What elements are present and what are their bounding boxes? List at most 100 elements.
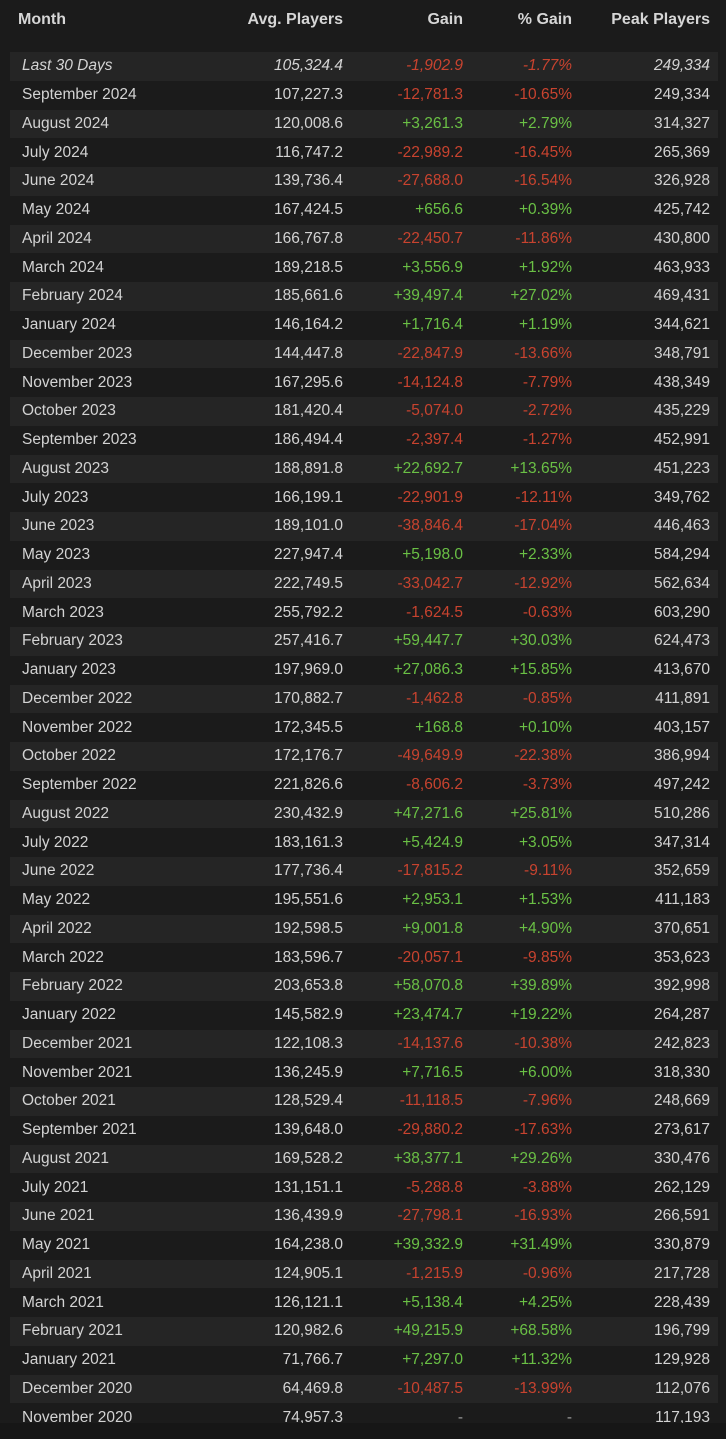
cell-peak-players: 603,290 <box>653 603 710 621</box>
column-header-gain[interactable]: Gain <box>351 0 471 52</box>
cell-pct-gain: +25.81% <box>510 804 572 822</box>
table-header-row: Month Avg. Players Gain % Gain Peak Play… <box>10 0 718 52</box>
cell-gain: +27,086.3 <box>393 661 463 679</box>
cell-peak-players: 228,439 <box>653 1293 710 1311</box>
cell-gain: -10,487.5 <box>397 1379 464 1397</box>
cell-gain: +58,070.8 <box>393 977 463 995</box>
cell-pct-gain: +29.26% <box>510 1149 572 1167</box>
cell-peak-players: 438,349 <box>653 373 710 391</box>
table-row: May 2022 195,551.6 +2,953.1 +1.53% 411,183 <box>10 885 718 915</box>
cell-gain: -2,397.4 <box>406 431 463 449</box>
cell-peak-players: 249,334 <box>653 86 710 104</box>
cell-pct-gain: +11.32% <box>511 1351 572 1369</box>
cell-month: December 2021 <box>22 1034 133 1052</box>
table-row: May 2024 167,424.5 +656.6 +0.39% 425,742 <box>10 195 718 225</box>
table-row: November 2021 136,245.9 +7,716.5 +6.00% 318,… <box>10 1058 718 1087</box>
cell-gain: -11,118.5 <box>399 1092 463 1110</box>
table-row: January 2022 145,582.9 +23,474.7 +19.22% 264… <box>10 1000 718 1030</box>
cell-avg-players: 145,582.9 <box>274 1006 343 1024</box>
cell-pct-gain: -1.27% <box>522 431 572 449</box>
cell-month: February 2022 <box>22 977 123 995</box>
cell-peak-players: 352,659 <box>653 862 710 880</box>
cell-peak-players: 265,369 <box>653 143 710 161</box>
cell-gain: -22,450.7 <box>397 229 464 247</box>
cell-avg-players: 136,439.9 <box>274 1207 343 1225</box>
cell-gain: -8,606.2 <box>406 776 463 794</box>
table-row: March 2022 183,596.7 -20,057.1 -9.85% 353,62… <box>10 943 718 972</box>
cell-peak-players: 344,621 <box>653 316 710 334</box>
cell-avg-players: 167,424.5 <box>274 201 343 219</box>
cell-peak-players: 196,799 <box>653 1322 710 1340</box>
cell-month: November 2021 <box>22 1063 133 1081</box>
cell-avg-players: 255,792.2 <box>274 603 343 621</box>
cell-avg-players: 167,295.6 <box>274 373 343 391</box>
table-row: November 2022 172,345.5 +168.8 +0.10% 403,15… <box>10 713 718 742</box>
cell-avg-players: 164,238.0 <box>274 1236 343 1254</box>
cell-gain: +5,138.4 <box>402 1293 463 1311</box>
column-header-pct-gain[interactable]: % Gain <box>471 0 580 52</box>
cell-gain: +39,497.4 <box>393 287 463 305</box>
table-row: May 2021 164,238.0 +39,332.9 +31.49% 330,879 <box>10 1230 718 1260</box>
cell-month: September 2022 <box>22 776 137 794</box>
table-row: January 2021 71,766.7 +7,297.0 +11.32% 129,9… <box>10 1345 718 1375</box>
table-row: June 2022 177,736.4 -17,815.2 -9.11% 352,659 <box>10 857 718 886</box>
cell-gain: +49,215.9 <box>393 1322 463 1340</box>
cell-pct-gain: -7.79% <box>522 373 572 391</box>
table-row: June 2023 189,101.0 -38,846.4 -17.04% 446,46… <box>10 512 718 541</box>
cell-gain: -33,042.7 <box>397 574 464 592</box>
cell-avg-players: 222,749.5 <box>274 574 343 592</box>
cell-pct-gain: +39.89% <box>510 977 572 995</box>
table-row: April 2021 124,905.1 -1,215.9 -0.96% 217,728 <box>10 1259 718 1289</box>
cell-avg-players: 197,969.0 <box>274 661 343 679</box>
cell-gain: -5,288.8 <box>406 1178 463 1196</box>
cell-gain: +2,953.1 <box>402 891 463 909</box>
cell-peak-players: 430,800 <box>653 229 710 247</box>
cell-pct-gain: -0.96% <box>522 1264 572 1282</box>
cell-pct-gain: -7.96% <box>522 1092 572 1110</box>
table-row: Last 30 Days 105,324.4 -1,902.9 -1.77% 249,3… <box>10 52 718 81</box>
cell-month: March 2021 <box>22 1293 104 1311</box>
cell-month: December 2020 <box>22 1379 133 1397</box>
cell-pct-gain: +1.19% <box>518 316 572 334</box>
cell-month: November 2022 <box>22 718 133 736</box>
cell-avg-players: 186,494.4 <box>274 431 343 449</box>
cell-pct-gain: +27.02% <box>510 287 572 305</box>
cell-pct-gain: +30.03% <box>510 632 572 650</box>
cell-avg-players: 120,982.6 <box>274 1322 343 1340</box>
cell-pct-gain: -16.93% <box>514 1207 572 1225</box>
cell-pct-gain: +68.58% <box>510 1322 572 1340</box>
cell-gain: -17,815.2 <box>397 862 464 880</box>
cell-peak-players: 370,651 <box>653 919 710 937</box>
cell-month: September 2021 <box>22 1121 137 1139</box>
cell-pct-gain: +4.25% <box>518 1293 572 1311</box>
cell-peak-players: 348,791 <box>653 344 710 362</box>
cell-month: April 2024 <box>22 229 92 247</box>
cell-pct-gain: -16.45% <box>514 143 572 161</box>
table-row: June 2024 139,736.4 -27,688.0 -16.54% 326,92… <box>10 167 718 196</box>
cell-pct-gain: -22.38% <box>514 747 572 765</box>
table-row: March 2024 189,218.5 +3,556.9 +1.92% 463,933 <box>10 253 718 282</box>
cell-gain: +168.8 <box>415 718 463 736</box>
cell-peak-players: 129,928 <box>653 1351 710 1369</box>
table-row: September 2023 186,494.4 -2,397.4 -1.27% 452… <box>10 425 718 455</box>
cell-gain: +5,198.0 <box>402 546 463 564</box>
cell-gain: -14,137.6 <box>397 1034 464 1052</box>
cell-avg-players: 169,528.2 <box>274 1149 343 1167</box>
column-header-month[interactable]: Month <box>10 0 200 52</box>
cell-peak-players: 392,998 <box>653 977 710 995</box>
cell-gain: -49,649.9 <box>397 747 464 765</box>
cell-avg-players: 139,648.0 <box>274 1121 343 1139</box>
cell-avg-players: 172,176.7 <box>274 747 343 765</box>
cell-month: February 2021 <box>22 1322 123 1340</box>
cell-peak-players: 386,994 <box>653 747 710 765</box>
cell-avg-players: 230,432.9 <box>274 804 343 822</box>
cell-gain: -27,688.0 <box>397 172 464 190</box>
cell-peak-players: 112,076 <box>655 1379 710 1397</box>
cell-avg-players: 126,121.1 <box>274 1293 343 1311</box>
cell-pct-gain: +19.22% <box>510 1006 572 1024</box>
cell-gain: -22,847.9 <box>397 344 464 362</box>
cell-avg-players: 139,736.4 <box>274 172 343 190</box>
column-header-peak-players[interactable]: Peak Players <box>580 0 718 52</box>
column-header-avg-players[interactable]: Avg. Players <box>200 0 351 52</box>
table-row: December 2022 170,882.7 -1,462.8 -0.85% 411,… <box>10 684 718 714</box>
